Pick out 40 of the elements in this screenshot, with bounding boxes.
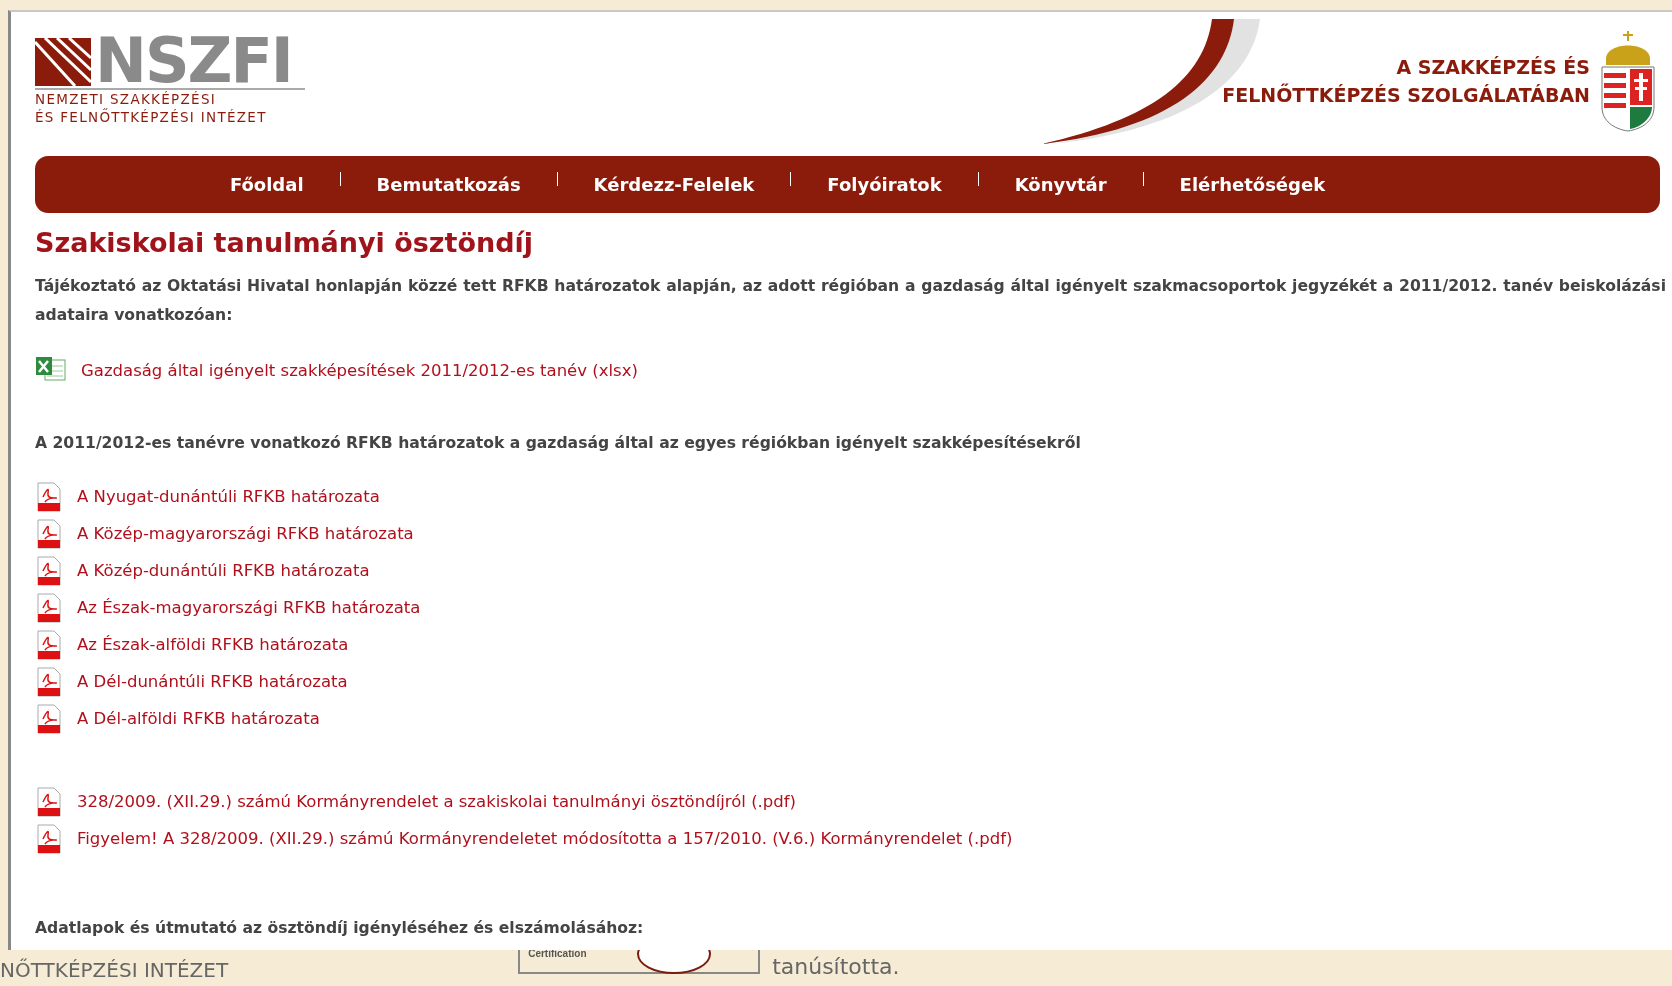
pdf-icon: [35, 666, 63, 697]
download-link[interactable]: 328/2009. (XII.29.) számú Kormányrendelet a szakiskolai tanulmányi ösztöndíjról (.pdf): [77, 792, 796, 811]
pdf-icon: [35, 786, 63, 817]
certified-text: tanúsította.: [772, 954, 900, 979]
download-link[interactable]: A Nyugat-dunántúli RFKB határozata: [77, 487, 380, 506]
section-heading: Adatlapok és útmutató az ösztöndíj igényléséhez és elszámolásához:: [35, 919, 645, 937]
download-link[interactable]: A Közép-dunántúli RFKB határozata: [77, 561, 370, 580]
pdf-icon: [35, 823, 63, 854]
coat-of-arms-icon: [1598, 29, 1658, 133]
download-link[interactable]: Az Észak-magyarországi RFKB határozata: [77, 598, 421, 617]
intro-paragraph: Tájékoztató az Oktatási Hivatal honlapján közzé tett RFKB határozatok alapján, az adott régióban a gazdaság által igényelt szakmacsoportok jegyzékét a 2011/2012. tanév beiskolázási adataira vonatkozóan:: [35, 276, 1667, 326]
footer-logo-text: NŐTTKÉPZÉSI INTÉZET: [0, 958, 229, 982]
slogan-text: A SZAKKÉPZÉS ÉS: [1396, 55, 1590, 80]
logo-subtitle: ÉS FELNŐTTKÉPZÉSI INTÉZET: [35, 108, 268, 126]
download-link[interactable]: Gazdaság által igényelt szakképesítések 2011/2012-es tanév (xlsx): [81, 360, 638, 380]
menu-link[interactable]: Folyóiratok: [791, 174, 978, 195]
pdf-icon: [35, 555, 63, 586]
logo-stripes-icon: [35, 38, 91, 86]
page-title: Szakiskolai tanulmányi ösztöndíj: [35, 227, 535, 258]
download-link[interactable]: Az Észak-alföldi RFKB határozata: [77, 635, 349, 654]
spreadsheet-icon: [35, 356, 67, 384]
pdf-icon: [35, 592, 63, 623]
menu-link[interactable]: Főoldal: [193, 174, 340, 195]
badge-label: Certification: [528, 950, 587, 959]
menu-link[interactable]: Elérhetőségek: [1143, 174, 1362, 195]
menu-link[interactable]: Kérdezz-Felelek: [557, 174, 791, 195]
download-link[interactable]: A Közép-magyarországi RFKB határozata: [77, 524, 414, 543]
pdf-icon: [35, 629, 63, 660]
pdf-icon: [35, 518, 63, 549]
pdf-icon: [35, 703, 63, 734]
menu-link[interactable]: Könyvtár: [978, 174, 1143, 195]
download-link[interactable]: A Dél-dunántúli RFKB határozata: [77, 672, 348, 691]
slogan-text: FELNŐTTKÉPZÉS SZOLGÁLATÁBAN: [1222, 82, 1590, 108]
download-link[interactable]: Figyelem! A 328/2009. (XII.29.) számú Kormányrendeletet módosította a 157/2010. (V.6.) Kormányrendelet (.pdf): [77, 829, 1013, 848]
menu-link[interactable]: Bemutatkozás: [340, 174, 557, 195]
logo-subtitle: NEMZETI SZAKKÉPZÉSI: [35, 90, 218, 108]
logo-wordmark: NSZFI: [95, 36, 292, 86]
download-link[interactable]: A Dél-alföldi RFKB határozata: [77, 709, 320, 728]
pdf-icon: [35, 481, 63, 512]
section-heading: A 2011/2012-es tanévre vonatkozó RFKB határozatok a gazdaság által az egyes régiókban igényelt szakképesítésekről: [35, 434, 1082, 452]
